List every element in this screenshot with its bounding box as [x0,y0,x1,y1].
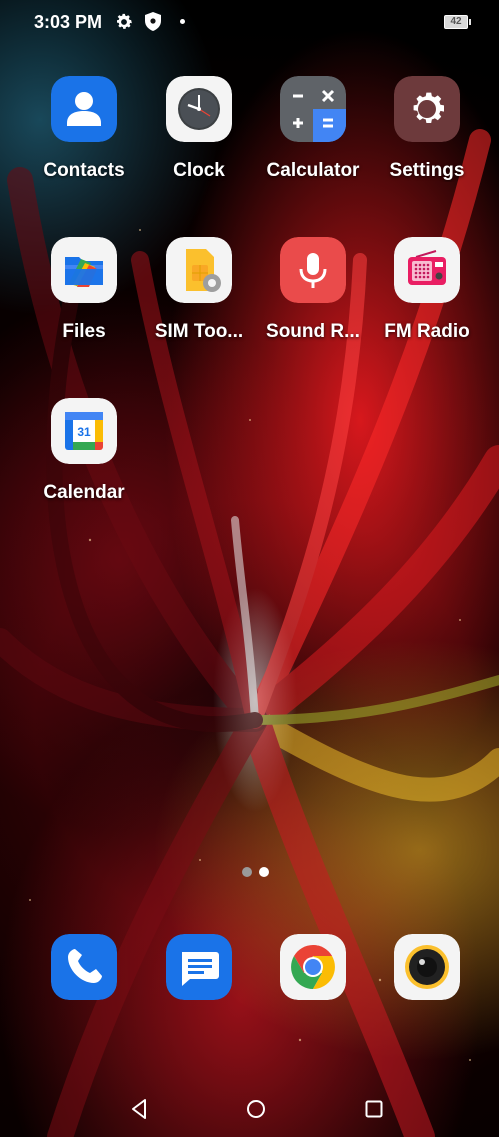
app-label-files: Files [62,321,106,342]
app-settings[interactable]: Settings [370,76,484,196]
app-contacts[interactable]: Contacts [27,76,141,196]
app-label-sound-recorder: Sound R... [266,321,360,342]
camera-icon[interactable] [394,934,460,1000]
status-time: 3:03 PM [34,12,103,32]
app-label-calendar: Calendar [43,482,125,503]
page-indicator [240,867,280,879]
settings-icon[interactable] [394,76,460,142]
phone-icon[interactable] [51,934,117,1000]
app-calendar[interactable]: 31 Calendar [27,398,141,518]
calendar-date: 31 [77,425,91,439]
status-bar: 3:03 PM 42 [0,0,499,46]
clock-icon[interactable] [166,76,232,142]
app-files[interactable]: Files [27,237,141,357]
navigation-bar [0,1080,499,1137]
home-screen: 3:03 PM 42 Contacts Clock Calculator Set… [0,0,499,1137]
files-icon[interactable] [51,237,117,303]
home-icon[interactable] [241,1094,271,1124]
app-clock[interactable]: Clock [142,76,256,196]
calculator-icon[interactable] [280,76,346,142]
shield-icon [145,12,161,31]
app-calculator[interactable]: Calculator [256,76,370,196]
app-fm-radio[interactable]: FM Radio [370,237,484,357]
page-dot-1[interactable] [242,867,252,877]
notification-dot-icon [180,19,185,24]
battery-cap [469,19,471,25]
app-label-fm-radio: FM Radio [384,321,470,342]
messages-icon[interactable] [166,934,232,1000]
app-sim-toolkit[interactable]: SIM Too... [142,237,256,357]
app-label-settings: Settings [389,160,465,181]
calendar-icon[interactable]: 31 [51,398,117,464]
battery-level: 42 [450,16,462,27]
chrome-icon[interactable] [280,934,346,1000]
app-label-contacts: Contacts [43,160,125,181]
sound-recorder-icon[interactable] [280,237,346,303]
gear-icon [117,13,132,29]
recents-icon[interactable] [359,1094,389,1124]
fm-radio-icon[interactable] [394,237,460,303]
contacts-icon[interactable] [51,76,117,142]
back-icon[interactable] [124,1094,154,1124]
app-sound-recorder[interactable]: Sound R... [256,237,370,357]
app-label-calculator: Calculator [266,160,360,181]
sim-toolkit-icon[interactable] [166,237,232,303]
page-dot-2[interactable] [259,867,269,877]
app-label-clock: Clock [173,160,225,181]
app-label-sim-toolkit: SIM Too... [154,321,244,342]
